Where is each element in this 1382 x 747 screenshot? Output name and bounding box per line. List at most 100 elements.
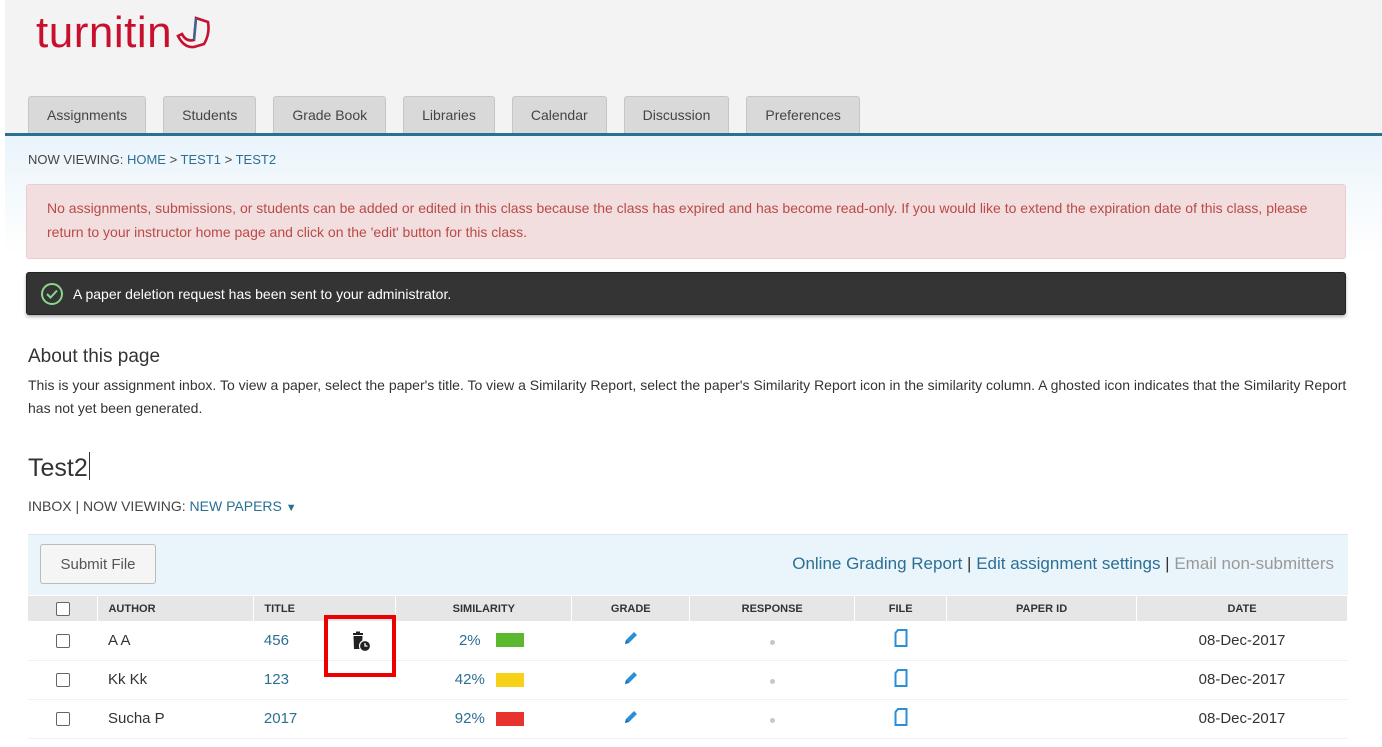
paper-title-link[interactable]: 456 [264, 632, 289, 649]
breadcrumb-separator: > [221, 152, 236, 167]
paper-id-cell [946, 660, 1137, 700]
breadcrumb-separator: > [165, 152, 181, 167]
author-cell: Sucha P [97, 699, 254, 739]
grade-header[interactable]: GRADE [571, 596, 691, 621]
row-select-cell [28, 660, 98, 700]
turnitin-logo[interactable]: turnitin [36, 8, 214, 58]
grade-cell [571, 660, 690, 700]
inbox-table: AUTHOR TITLE SIMILARITY GRADE RESPONSE F… [28, 596, 1348, 739]
author-header[interactable]: AUTHOR [97, 596, 255, 621]
date-header[interactable]: DATE [1136, 596, 1348, 621]
caret-down-icon: ▼ [285, 502, 297, 514]
no-response-dot-icon [769, 718, 775, 723]
grade-cell [571, 621, 690, 661]
text-cursor [88, 452, 90, 480]
select-all-checkbox[interactable] [55, 601, 70, 616]
response-cell [689, 621, 855, 661]
edit-assignment-settings-link[interactable]: Edit assignment settings [976, 554, 1160, 573]
author-cell: A A [97, 621, 254, 661]
table-row: Kk Kk 123 42% 08-Dec-2017 [28, 660, 1348, 700]
row-checkbox[interactable] [55, 633, 70, 648]
paper-id-cell [946, 699, 1137, 739]
breadcrumb-prefix: NOW VIEWING: [28, 152, 127, 167]
response-cell [689, 660, 855, 700]
date-cell: 08-Dec-2017 [1136, 660, 1348, 700]
page-title: Test2 [28, 452, 90, 483]
pencil-icon[interactable] [622, 708, 640, 726]
row-select-cell [28, 621, 98, 661]
online-grading-report-link[interactable]: Online Grading Report [792, 554, 962, 573]
pencil-icon[interactable] [622, 629, 640, 647]
red-highlight-box [324, 615, 396, 677]
pencil-icon[interactable] [622, 669, 640, 687]
tab-libraries[interactable]: Libraries [403, 96, 495, 133]
logo-wordmark: turnitin [36, 8, 173, 57]
main-tabs: Assignments Students Grade Book Librarie… [28, 96, 877, 133]
deletion-success-alert: A paper deletion request has been sent t… [26, 272, 1346, 315]
breadcrumb: NOW VIEWING: HOME > TEST1 > TEST2 [28, 152, 276, 167]
similarity-report-link[interactable]: 2% [444, 632, 524, 649]
row-select-cell [28, 699, 98, 739]
view-filter-value: NEW PAPERS [189, 498, 282, 514]
file-header[interactable]: FILE [854, 596, 948, 621]
paper-id-header[interactable]: PAPER ID [946, 596, 1138, 621]
tab-students[interactable]: Students [163, 96, 257, 133]
table-header-row: AUTHOR TITLE SIMILARITY GRADE RESPONSE F… [28, 596, 1348, 621]
author-cell: Kk Kk [97, 660, 254, 700]
response-cell [689, 699, 855, 739]
about-text: This is your assignment inbox. To view a… [28, 377, 1347, 416]
file-download-icon[interactable] [894, 629, 908, 648]
breadcrumb-home[interactable]: HOME [127, 152, 166, 167]
similarity-header[interactable]: SIMILARITY [395, 596, 573, 621]
no-response-dot-icon [769, 679, 775, 684]
toolbar-separator: | [1160, 554, 1175, 573]
success-message: A paper deletion request has been sent t… [73, 285, 452, 302]
breadcrumb-test2[interactable]: TEST2 [236, 152, 276, 167]
select-all-header [28, 596, 99, 621]
similarity-score: 42% [454, 671, 485, 688]
response-header[interactable]: RESPONSE [689, 596, 856, 621]
table-row: A A 456 2% 08-Dec-2017 [28, 621, 1348, 661]
submit-file-button[interactable]: Submit File [40, 544, 156, 584]
date-cell: 08-Dec-2017 [1136, 699, 1348, 739]
grade-cell [571, 699, 690, 739]
similarity-report-link[interactable]: 92% [444, 710, 524, 727]
breadcrumb-test1[interactable]: TEST1 [181, 152, 221, 167]
tab-grade-book[interactable]: Grade Book [273, 96, 387, 133]
similarity-cell: 92% [395, 699, 572, 739]
similarity-score: 92% [454, 710, 485, 727]
tab-preferences[interactable]: Preferences [746, 96, 860, 133]
file-download-icon[interactable] [894, 707, 908, 726]
file-cell [854, 660, 947, 700]
similarity-report-link[interactable]: 42% [444, 671, 524, 688]
class-expired-alert: No assignments, submissions, or students… [26, 184, 1346, 259]
toolbar-separator: | [962, 554, 977, 573]
row-checkbox[interactable] [55, 712, 70, 727]
inbox-view-line: INBOX | NOW VIEWING: NEW PAPERS ▼ [28, 498, 297, 514]
assignment-title: Test2 [28, 454, 88, 482]
about-title: About this page [28, 346, 161, 367]
paper-id-cell [946, 621, 1137, 661]
tab-calendar[interactable]: Calendar [511, 96, 607, 133]
view-filter-dropdown[interactable]: NEW PAPERS ▼ [190, 498, 297, 514]
table-row: Sucha P 2017 92% 08-Dec-2017 [28, 699, 1348, 739]
inbox-toolbar: Submit File Online Grading Report | Edit… [28, 534, 1348, 595]
similarity-cell: 42% [395, 660, 572, 700]
file-cell [854, 699, 947, 739]
toolbar-links: Online Grading Report | Edit assignment … [792, 554, 1334, 574]
row-checkbox[interactable] [55, 673, 70, 688]
similarity-cell: 2% [395, 621, 572, 661]
inbox-label: INBOX | NOW VIEWING: [28, 498, 190, 514]
title-cell: 2017 [253, 699, 396, 739]
tab-assignments[interactable]: Assignments [28, 96, 147, 133]
email-non-submitters-link: Email non-submitters [1174, 554, 1334, 573]
similarity-score: 2% [458, 631, 481, 649]
similarity-color-bar [495, 633, 524, 648]
file-download-icon[interactable] [894, 668, 908, 687]
date-cell: 08-Dec-2017 [1136, 621, 1348, 661]
paper-title-link[interactable]: 123 [264, 671, 289, 688]
tab-discussion[interactable]: Discussion [623, 96, 730, 133]
similarity-color-bar [495, 672, 524, 687]
file-cell [854, 621, 947, 661]
paper-title-link[interactable]: 2017 [264, 710, 297, 727]
